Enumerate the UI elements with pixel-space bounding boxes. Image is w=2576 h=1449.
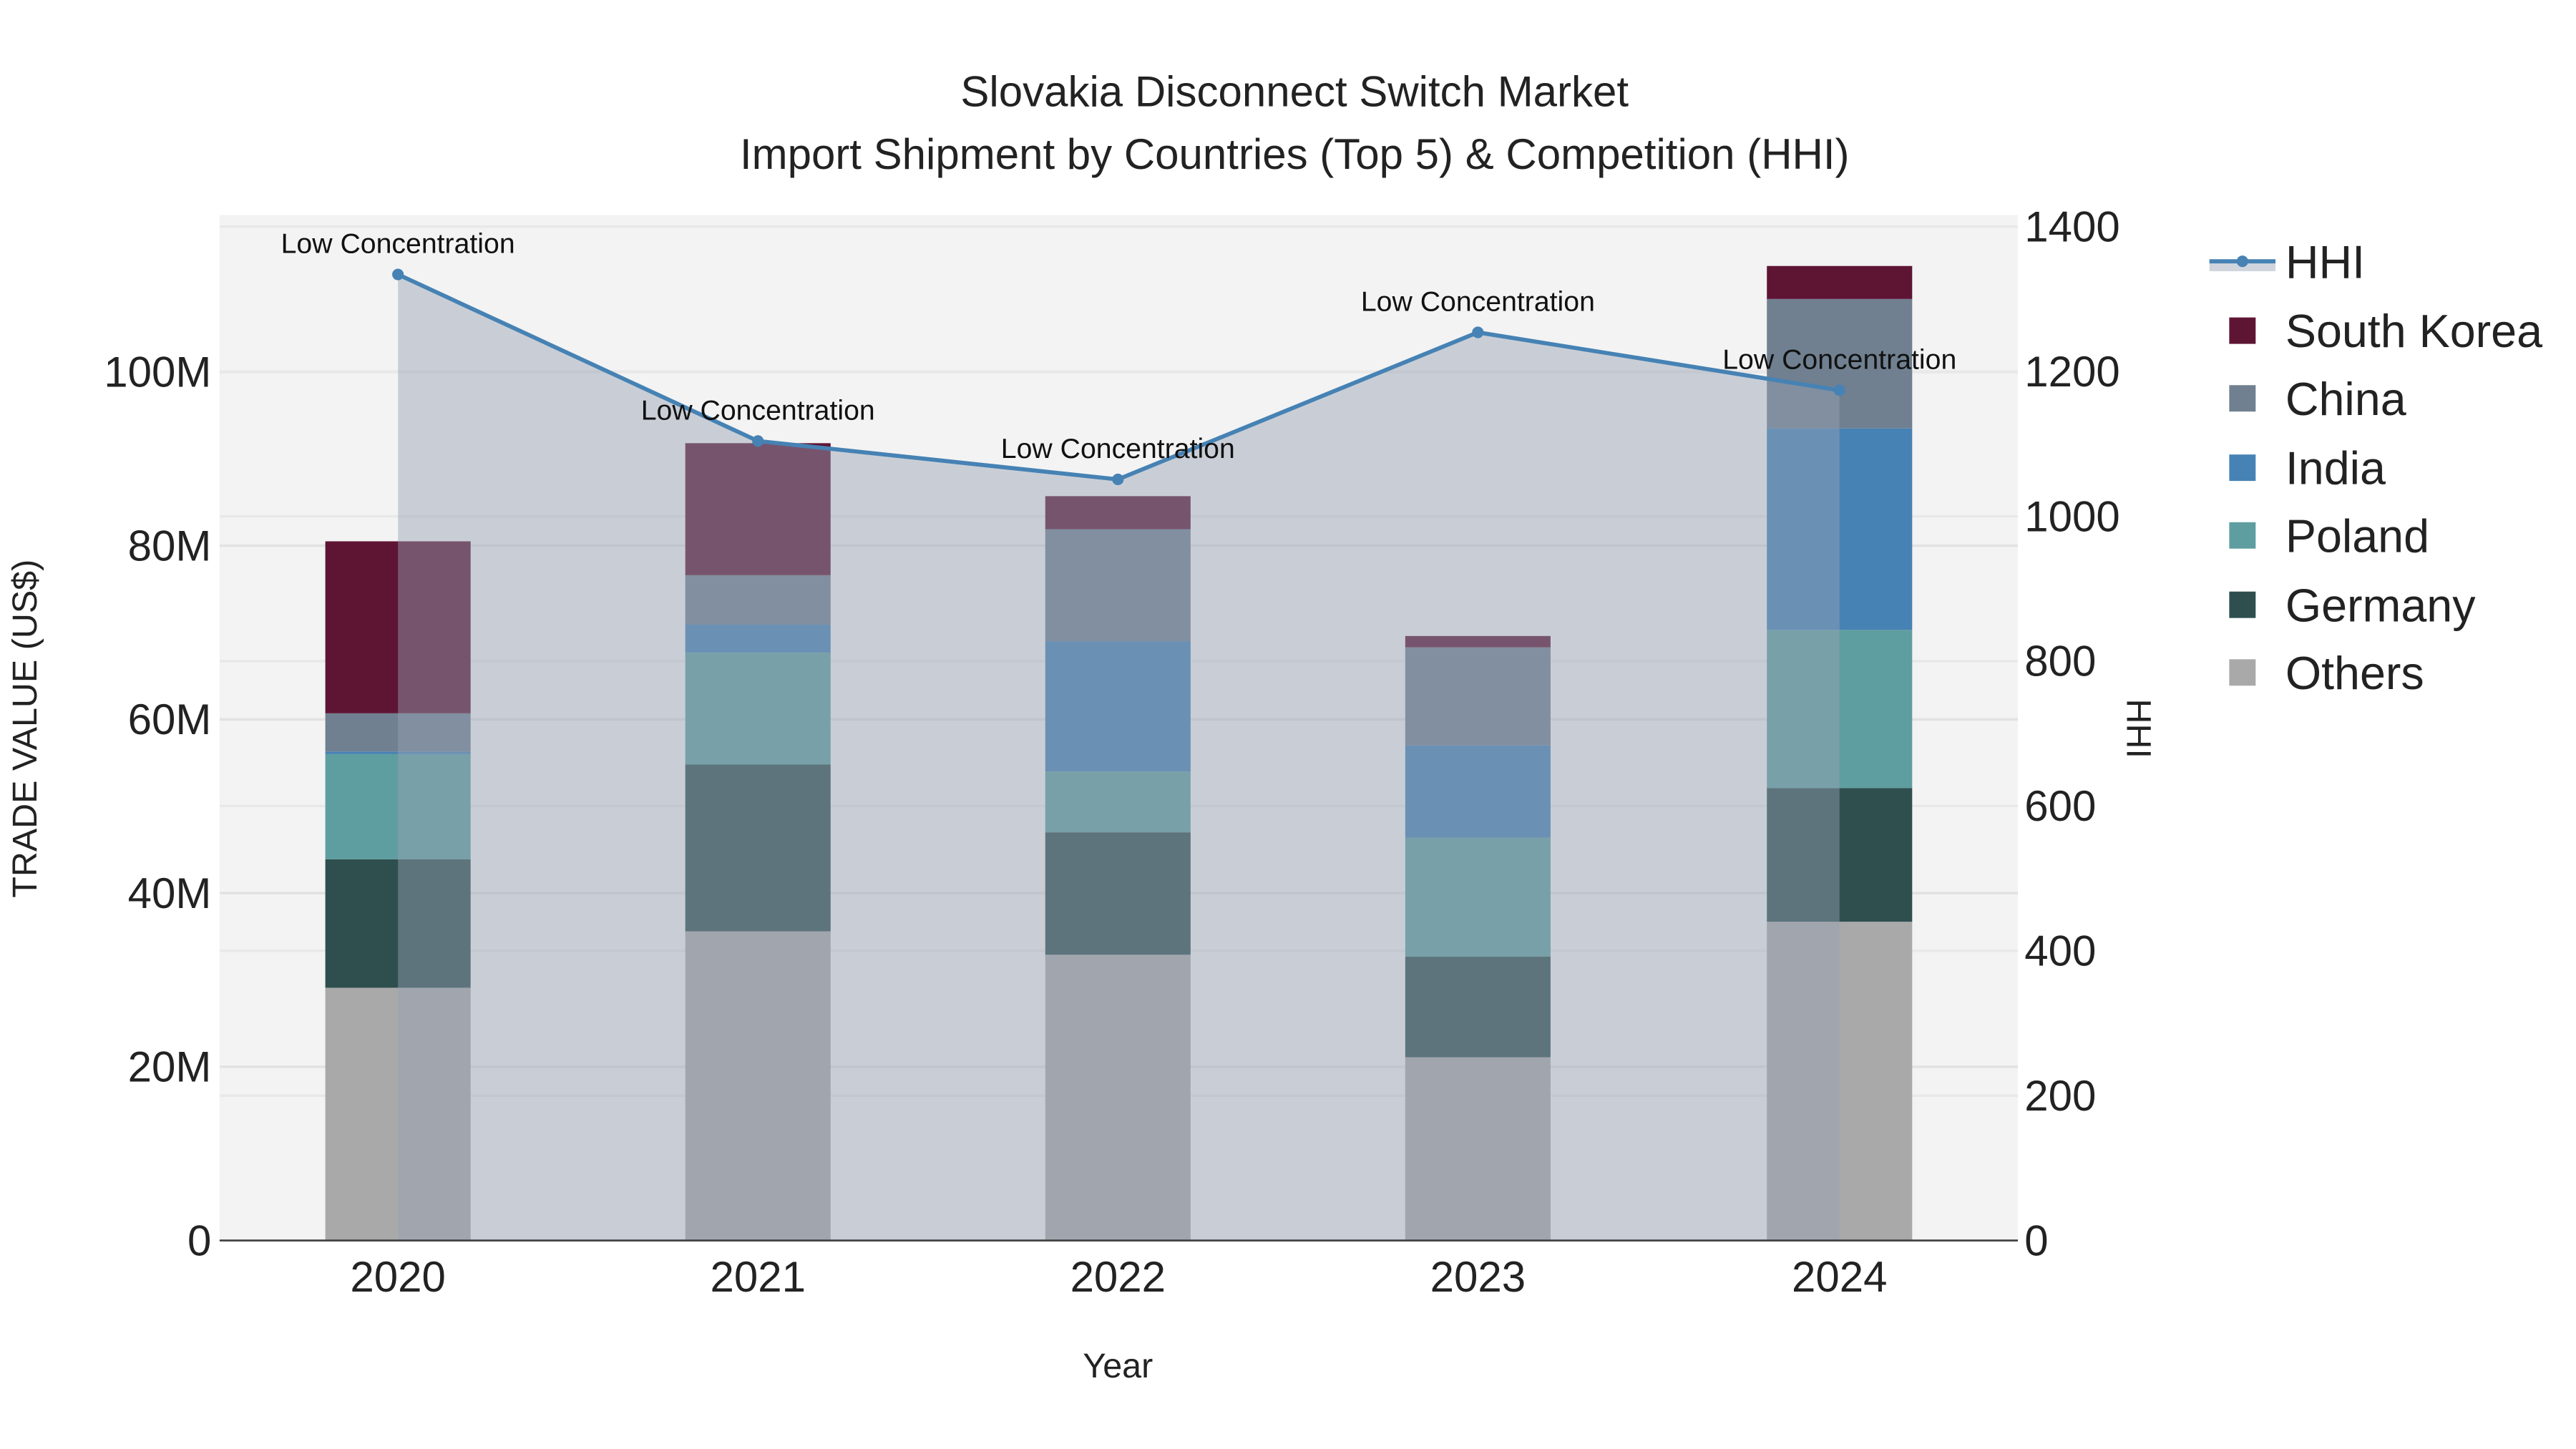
y2-tick-label: 600: [2024, 782, 2096, 830]
legend-item-south-korea[interactable]: South Korea: [2285, 306, 2542, 357]
hhi-point: [392, 268, 404, 280]
hhi-annotation: Low Concentration: [281, 228, 515, 260]
y2-tick-label: 0: [2024, 1216, 2048, 1264]
x-tick-label: 2024: [1792, 1253, 1887, 1301]
hhi-annotation: Low Concentration: [1361, 286, 1595, 317]
bar-south-korea-2024: [1767, 265, 1913, 299]
y-tick-label: 100M: [104, 348, 211, 396]
hhi-point: [752, 435, 764, 447]
legend-item-hhi[interactable]: HHI: [2285, 236, 2365, 288]
chart: Low Concentration Low Concentration Low Co…: [6, 67, 2542, 1385]
y2-tick-label: 200: [2024, 1072, 2096, 1120]
x-tick-label: 2020: [350, 1253, 445, 1301]
y-tick-label: 40M: [128, 869, 212, 917]
legend-item-poland[interactable]: Poland: [2285, 510, 2429, 562]
y-tick-label: 20M: [128, 1043, 212, 1091]
y2-tick-label: 800: [2024, 638, 2096, 686]
legend-item-china[interactable]: China: [2285, 374, 2406, 425]
chart-title: Slovakia Disconnect Switch Market: [960, 67, 1629, 115]
chart-subtitle: Import Shipment by Countries (Top 5) & C…: [740, 130, 1850, 178]
legend-hhi-marker: [2236, 255, 2248, 268]
legend-swatch-china: [2229, 385, 2256, 412]
y-tick-label: 80M: [128, 522, 212, 570]
y-tick-label: 60M: [128, 696, 212, 743]
y-axis-title: TRADE VALUE (US$): [6, 560, 44, 898]
legend-swatch-india: [2229, 454, 2256, 482]
x-tick-label: 2023: [1430, 1253, 1526, 1301]
y2-axis-title: HHI: [2119, 699, 2157, 758]
x-axis-title: Year: [1083, 1347, 1153, 1385]
y-tick-label: 0: [187, 1216, 211, 1264]
y2-tick-label: 400: [2024, 927, 2096, 975]
hhi-point: [1833, 384, 1845, 396]
legend-item-germany[interactable]: Germany: [2285, 580, 2476, 631]
legend-swatch-south-korea: [2229, 317, 2256, 344]
y2-tick-label: 1000: [2024, 492, 2119, 540]
legend-swatch-germany: [2229, 591, 2256, 618]
hhi-point: [1472, 326, 1484, 338]
hhi-annotation: Low Concentration: [641, 394, 875, 426]
y2-tick-label: 1400: [2024, 203, 2119, 251]
x-tick-label: 2022: [1070, 1253, 1166, 1301]
legend-item-india[interactable]: India: [2285, 443, 2386, 494]
legend-swatch-others: [2229, 659, 2256, 686]
hhi-annotation: Low Concentration: [1001, 433, 1235, 464]
legend-item-others[interactable]: Others: [2285, 648, 2424, 699]
y2-tick-label: 1200: [2024, 348, 2119, 396]
legend-swatch-poland: [2229, 522, 2256, 549]
hhi-annotation: Low Concentration: [1722, 343, 1956, 375]
hhi-point: [1112, 473, 1124, 486]
x-tick-label: 2021: [710, 1253, 805, 1301]
